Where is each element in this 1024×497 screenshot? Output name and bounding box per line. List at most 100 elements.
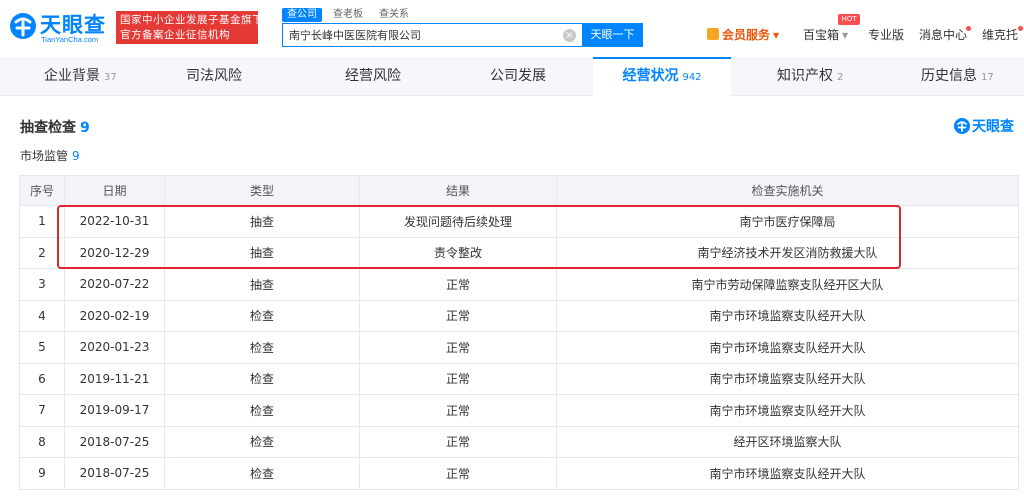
- row-number-cell: 7: [19, 394, 65, 427]
- result-cell: 正常: [359, 268, 557, 301]
- brand-watermark: 天眼查: [953, 116, 1021, 136]
- search-tab-boss[interactable]: 查老板: [333, 8, 363, 22]
- row-number-cell: 5: [19, 331, 65, 364]
- tab-company-background[interactable]: 企业背景 37: [44, 57, 117, 96]
- tab-count: 37: [104, 72, 117, 83]
- tab-label: 公司发展: [490, 68, 546, 84]
- logo[interactable]: 天眼查 TianYanCha.com: [8, 8, 112, 46]
- date-cell: 2019-09-17: [64, 394, 165, 427]
- result-cell: 正常: [359, 362, 557, 395]
- banner-line-2: 官方备案企业征信机构: [120, 29, 230, 41]
- result-cell: 发现问题待后续处理: [359, 205, 557, 238]
- table-row: 6 2019-11-21 检查 正常 南宁市环境监察支队经开大队: [19, 362, 1019, 395]
- row-number-cell: 3: [19, 268, 65, 301]
- org-cell[interactable]: 南宁市劳动保障监察支队经开区大队: [556, 268, 1019, 301]
- type-cell: 检查: [164, 394, 360, 427]
- banner-line-1: 国家中小企业发展子基金旗下: [120, 14, 258, 26]
- user-menu[interactable]: 维克托: [982, 26, 1018, 44]
- chevron-down-icon: ▼: [842, 31, 849, 40]
- vip-service-label: 会员服务: [722, 28, 771, 42]
- type-cell: 检查: [164, 457, 360, 490]
- section-title: 抽查检查 9: [20, 117, 90, 137]
- tab-count: 17: [981, 72, 994, 83]
- date-cell: 2022-10-31: [64, 205, 165, 238]
- treasure-box-label: 百宝箱: [803, 28, 840, 42]
- type-cell: 抽查: [164, 268, 360, 301]
- tab-count: 2: [837, 72, 844, 83]
- certification-banner: 国家中小企业发展子基金旗下 官方备案企业征信机构: [116, 11, 258, 44]
- date-cell: 2020-02-19: [64, 299, 165, 332]
- search-input[interactable]: [289, 26, 559, 44]
- date-cell: 2018-07-25: [64, 425, 165, 458]
- type-cell: 检查: [164, 331, 360, 364]
- table-row: 3 2020-07-22 抽查 正常 南宁市劳动保障监察支队经开区大队: [19, 268, 1019, 301]
- tab-history[interactable]: 历史信息 17: [921, 57, 994, 96]
- type-cell: 抽查: [164, 205, 360, 238]
- brand-text: 天眼查: [972, 119, 1014, 135]
- org-cell[interactable]: 南宁市环境监察支队经开大队: [556, 394, 1019, 427]
- row-number-cell: 2: [19, 236, 65, 269]
- result-cell: 正常: [359, 331, 557, 364]
- org-cell[interactable]: 南宁市环境监察支队经开大队: [556, 457, 1019, 490]
- search-tab-relation[interactable]: 查关系: [379, 8, 409, 22]
- search-button[interactable]: 天眼一下: [582, 23, 643, 47]
- org-cell[interactable]: 南宁经济技术开发区消防救援大队: [556, 236, 1019, 269]
- result-cell: 正常: [359, 299, 557, 332]
- type-cell: 检查: [164, 362, 360, 395]
- search-tab-company[interactable]: 查公司: [282, 8, 322, 22]
- type-cell: 检查: [164, 425, 360, 458]
- table-row: 8 2018-07-25 检查 正常 经开区环境监察大队: [19, 425, 1019, 458]
- date-cell: 2018-07-25: [64, 457, 165, 490]
- message-center-link[interactable]: 消息中心: [919, 26, 967, 44]
- vip-crown-icon: [707, 28, 719, 40]
- table-row: 1 2022-10-31 抽查 发现问题待后续处理 南宁市医疗保障局: [19, 205, 1019, 238]
- org-cell[interactable]: 南宁市环境监察支队经开大队: [556, 331, 1019, 364]
- column-header-no: 序号: [19, 175, 65, 206]
- row-number-cell: 1: [19, 205, 65, 238]
- sub-title: 市场监管 9: [20, 147, 80, 164]
- table-row: 7 2019-09-17 检查 正常 南宁市环境监察支队经开大队: [19, 394, 1019, 427]
- type-cell: 抽查: [164, 236, 360, 269]
- tab-operation-risk[interactable]: 经营风险: [345, 57, 401, 96]
- pro-version-link[interactable]: 专业版: [868, 26, 904, 44]
- column-header-date[interactable]: 日期: [64, 175, 165, 206]
- company-nav-tabs: 企业背景 37 司法风险 经营风险 公司发展 经营状况 942 知识产权 2 历史信息…: [0, 57, 1024, 96]
- section-title-label: 抽查检查: [20, 120, 76, 136]
- date-cell: 2019-11-21: [64, 362, 165, 395]
- result-cell: 正常: [359, 457, 557, 490]
- tab-label: 司法风险: [186, 68, 242, 84]
- org-cell[interactable]: 南宁市医疗保障局: [556, 205, 1019, 238]
- tab-label: 企业背景: [44, 68, 100, 84]
- clear-icon[interactable]: ×: [563, 29, 576, 42]
- tab-label: 经营状况: [622, 68, 679, 84]
- notification-dot: [1018, 26, 1023, 31]
- section-count: 9: [80, 120, 90, 136]
- result-cell: 正常: [359, 425, 557, 458]
- notification-dot: [966, 26, 971, 31]
- vip-service-link[interactable]: 会员服务 ▼: [707, 26, 779, 44]
- tab-business-status[interactable]: 经营状况 942: [593, 57, 731, 96]
- table-row: 4 2020-02-19 检查 正常 南宁市环境监察支队经开大队: [19, 299, 1019, 332]
- tab-label: 知识产权: [777, 68, 833, 84]
- tianyancha-logo-icon: [954, 118, 970, 134]
- date-cell: 2020-01-23: [64, 331, 165, 364]
- tianyancha-logo-icon: [10, 13, 36, 39]
- tab-intellectual-property[interactable]: 知识产权 2: [777, 57, 843, 96]
- tab-company-development[interactable]: 公司发展: [490, 57, 546, 96]
- column-header-org: 检查实施机关: [556, 175, 1019, 206]
- search-box: ×: [282, 23, 582, 47]
- org-cell[interactable]: 南宁市环境监察支队经开大队: [556, 299, 1019, 332]
- table-row: 2 2020-12-29 抽查 责令整改 南宁经济技术开发区消防救援大队: [19, 236, 1019, 269]
- row-number-cell: 4: [19, 299, 65, 332]
- table-row: 5 2020-01-23 检查 正常 南宁市环境监察支队经开大队: [19, 331, 1019, 364]
- tab-legal-risk[interactable]: 司法风险: [186, 57, 242, 96]
- org-cell[interactable]: 南宁市环境监察支队经开大队: [556, 362, 1019, 395]
- sub-title-count: 9: [72, 149, 80, 163]
- treasure-box-link[interactable]: 百宝箱 ▼: [803, 26, 848, 44]
- result-cell: 责令整改: [359, 236, 557, 269]
- org-cell[interactable]: 经开区环境监察大队: [556, 425, 1019, 458]
- date-cell: 2020-07-22: [64, 268, 165, 301]
- column-header-type: 类型: [164, 175, 360, 206]
- tab-count: 942: [682, 72, 702, 83]
- table-row: 9 2018-07-25 检查 正常 南宁市环境监察支队经开大队: [19, 457, 1019, 490]
